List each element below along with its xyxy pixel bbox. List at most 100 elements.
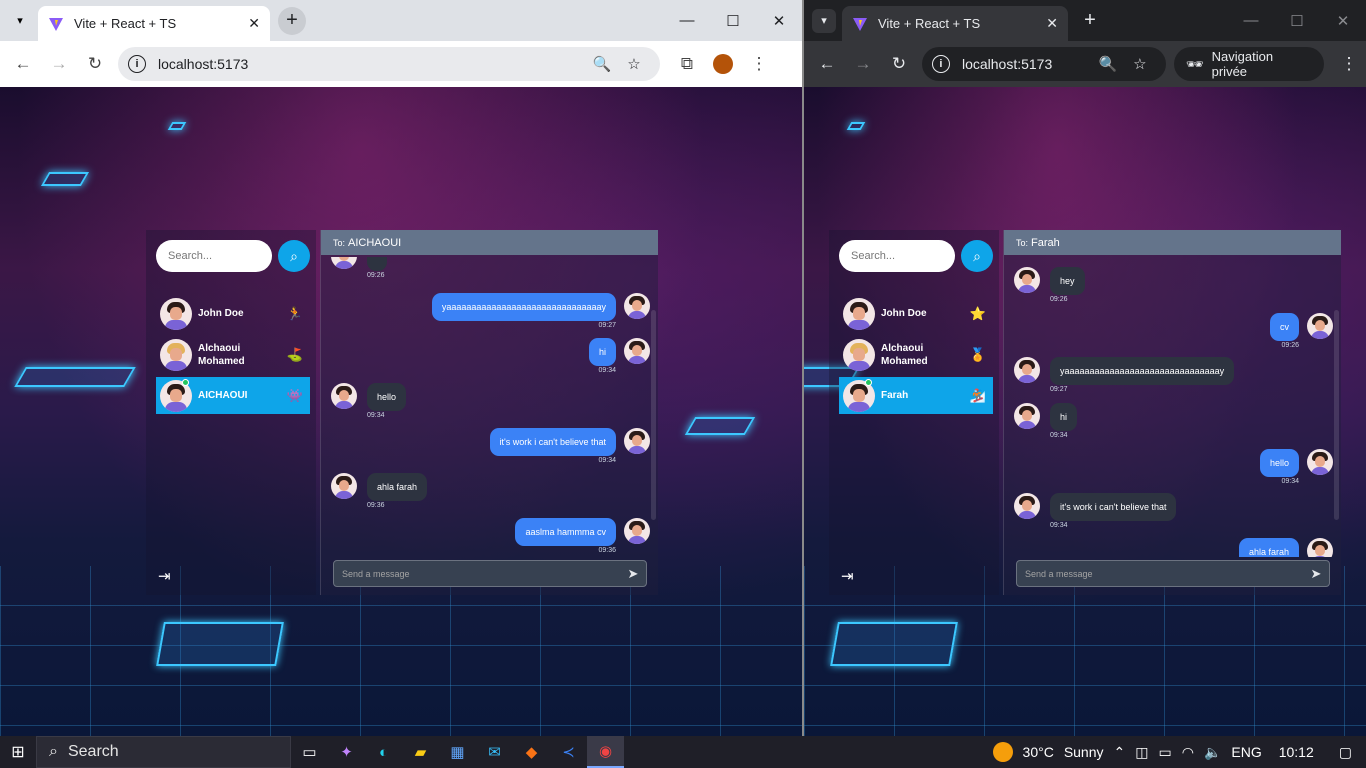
store-icon[interactable]: ▦ (439, 736, 476, 768)
task-view-icon[interactable]: ▭ (291, 736, 328, 768)
close-window-button[interactable]: ✕ (756, 0, 802, 41)
avatar (624, 428, 650, 454)
private-mode-indicator[interactable]: 🕶 Navigation privée (1173, 47, 1325, 81)
address-bar[interactable]: i localhost:5173 🔍 ☆ (118, 47, 660, 81)
weather-sun-icon[interactable] (992, 742, 1013, 762)
avatar (1307, 538, 1333, 557)
message-avatar (331, 383, 357, 409)
contact-badge-icon: ⛳ (286, 346, 304, 362)
chat-panel: To: AICHAOUI 09:26 yaaaaaaaaaaaaaaaaaaaaa… (320, 230, 658, 595)
decor-shard (684, 417, 756, 435)
send-icon[interactable]: ➤ (620, 566, 646, 582)
browser-window-left: ▾ Vite + React + TS ✕ + — ☐ ✕ ← → ↻ i lo… (0, 0, 802, 736)
outgoing-message: ahla farah (1014, 538, 1333, 557)
outgoing-message: it's work i can't believe that 09:34 (331, 428, 650, 468)
tab-search-button[interactable]: ▾ (812, 8, 836, 33)
wifi-icon[interactable]: ◠ (1182, 744, 1194, 761)
back-button[interactable]: ← (810, 47, 844, 81)
address-bar[interactable]: i localhost:5173 🔍 ☆ (921, 47, 1166, 81)
send-icon[interactable]: ➤ (1303, 566, 1329, 582)
sidebar: ⌕ John Doe ⭐ Alchaoui Mohamed 🏅 Farah 🏂 ⇥ (829, 230, 999, 595)
file-explorer-icon[interactable]: ▰ (402, 736, 439, 768)
avatar (1014, 493, 1040, 519)
search-input[interactable] (156, 240, 272, 272)
notifications-icon[interactable]: ▢ (1339, 744, 1352, 761)
contact-item[interactable]: Farah 🏂 (839, 377, 993, 414)
bookmark-star-icon[interactable]: ☆ (618, 55, 650, 73)
new-tab-button[interactable]: + (1076, 7, 1104, 35)
outgoing-message: aaslma hammma cv 09:36 (331, 518, 650, 557)
recipient-name: AICHAOUI (348, 236, 402, 249)
zoom-icon[interactable]: 🔍 (1092, 55, 1124, 73)
zoom-icon[interactable]: 🔍 (586, 55, 618, 73)
reload-button[interactable]: ↻ (882, 47, 916, 81)
new-tab-button[interactable]: + (278, 6, 306, 35)
site-info-icon[interactable]: i (128, 55, 146, 73)
close-window-button[interactable]: ✕ (1320, 0, 1366, 41)
message-list[interactable]: 09:26 yaaaaaaaaaaaaaaaaaaaaaaaaaaaaaaay 09… (331, 257, 650, 557)
bookmark-star-icon[interactable]: ☆ (1124, 55, 1156, 73)
chat-panel: To: Farah hey 09:26 cv 09:26 yaaaaaaaaaaaaaa… (1003, 230, 1341, 595)
tray-chevron-icon[interactable]: ⌃ (1114, 744, 1126, 761)
incoming-message: hello 09:34 (331, 383, 650, 423)
message-input[interactable] (1025, 568, 1303, 579)
maximize-button[interactable]: ☐ (1274, 0, 1320, 41)
site-info-icon[interactable]: i (931, 55, 950, 73)
taskbar-search[interactable]: ⌕ Search (36, 736, 291, 768)
maximize-button[interactable]: ☐ (710, 0, 756, 41)
menu-icon[interactable]: ⋮ (1332, 47, 1366, 81)
browser-tab[interactable]: Vite + React + TS ✕ (842, 6, 1068, 41)
menu-icon[interactable]: ⋮ (742, 47, 776, 81)
battery-icon[interactable]: ▭ (1158, 744, 1171, 761)
message-scrollbar[interactable] (1334, 310, 1339, 520)
minimize-button[interactable]: — (1228, 0, 1274, 41)
message-list[interactable]: hey 09:26 cv 09:26 yaaaaaaaaaaaaaaaaaaaaaaaa… (1014, 257, 1333, 557)
message-time: 09:27 (1050, 386, 1068, 393)
clock[interactable]: 10:12 (1279, 744, 1314, 760)
message-avatar (624, 518, 650, 544)
edge-icon[interactable]: ◐ (365, 736, 402, 768)
decor-shard (40, 172, 90, 186)
close-tab-icon[interactable]: ✕ (248, 15, 260, 32)
search-button[interactable]: ⌕ (278, 240, 310, 272)
volume-icon[interactable]: 🔈 (1204, 744, 1221, 761)
contact-item[interactable]: Alchaoui Mohamed ⛳ (156, 336, 310, 373)
close-tab-icon[interactable]: ✕ (1046, 15, 1058, 32)
message-composer: ➤ (1016, 560, 1330, 587)
copilot-icon[interactable]: ✦ (328, 736, 365, 768)
reload-button[interactable]: ↻ (78, 47, 112, 81)
forward-button[interactable]: → (42, 47, 76, 81)
message-scrollbar[interactable] (651, 310, 656, 520)
contact-item[interactable]: John Doe ⭐ (839, 295, 993, 332)
logout-icon[interactable]: ⇥ (841, 567, 854, 585)
message-input[interactable] (342, 568, 620, 579)
browser-tab[interactable]: Vite + React + TS ✕ (38, 6, 270, 41)
forward-button[interactable]: → (846, 47, 880, 81)
weather-text[interactable]: Sunny (1064, 744, 1104, 760)
minimize-button[interactable]: — (664, 0, 710, 41)
chrome-icon[interactable]: ◉ (587, 736, 624, 768)
avatar (331, 257, 357, 269)
chat-header: To: AICHAOUI (321, 230, 658, 255)
mail-icon[interactable]: ✉ (476, 736, 513, 768)
language-indicator[interactable]: ENG (1231, 744, 1261, 760)
search-button[interactable]: ⌕ (961, 240, 993, 272)
decor-shard (167, 122, 187, 130)
decor-tile (830, 622, 958, 666)
contact-item[interactable]: AICHAOUI 👾 (156, 377, 310, 414)
extensions-icon[interactable]: ⧉ (670, 47, 704, 81)
brave-icon[interactable]: ◆ (513, 736, 550, 768)
meet-icon[interactable]: ◫ (1135, 744, 1148, 761)
profile-avatar[interactable] (706, 47, 740, 81)
contact-item[interactable]: John Doe 🏃 (156, 295, 310, 332)
windows-start-icon[interactable]: ⊞ (0, 736, 36, 768)
logout-icon[interactable]: ⇥ (158, 567, 171, 585)
contact-item[interactable]: Alchaoui Mohamed 🏅 (839, 336, 993, 373)
search-input[interactable] (839, 240, 955, 272)
vscode-icon[interactable]: ≺ (550, 736, 587, 768)
tab-search-button[interactable]: ▾ (8, 9, 32, 33)
back-button[interactable]: ← (6, 47, 40, 81)
online-indicator (182, 379, 189, 386)
incoming-message: it's work i can't believe that 09:34 (1014, 493, 1333, 533)
message-time: 09:36 (598, 547, 616, 554)
